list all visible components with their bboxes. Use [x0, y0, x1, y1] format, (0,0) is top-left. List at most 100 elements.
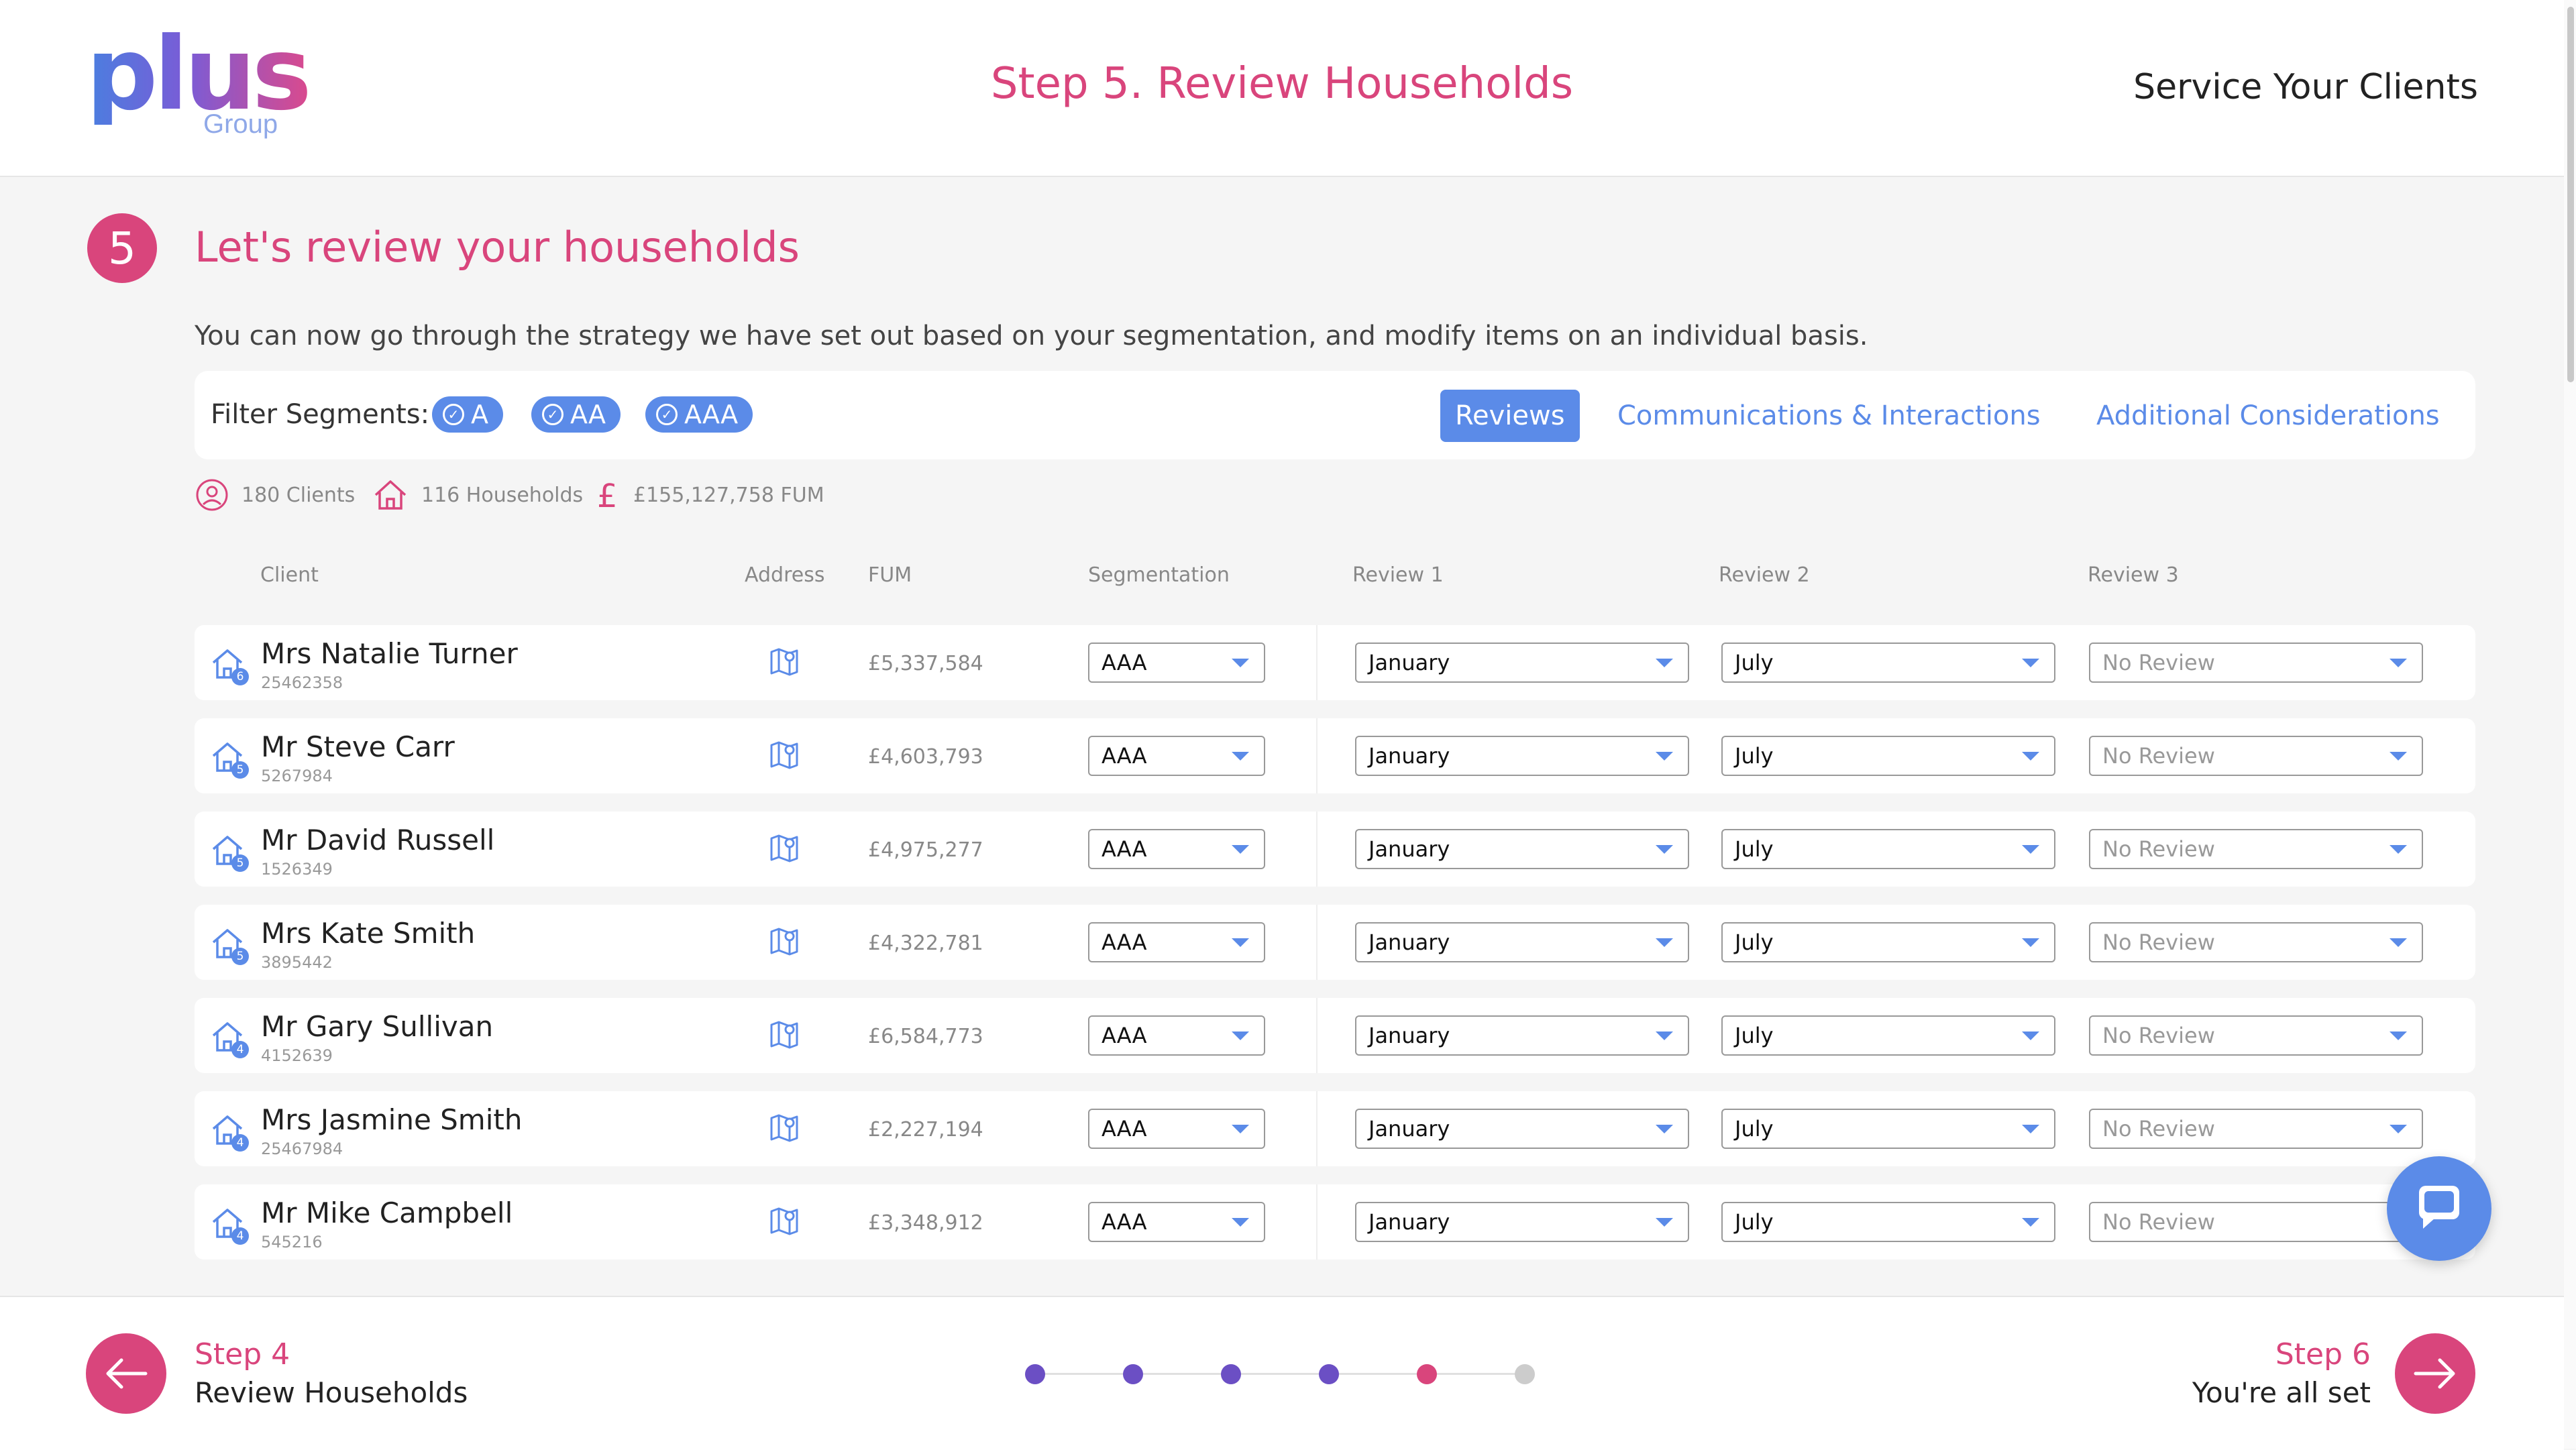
next-step-label[interactable]: You're all set	[2192, 1376, 2371, 1409]
segmentation-select[interactable]: AAA	[1088, 643, 1265, 683]
previous-step-label[interactable]: Review Households	[195, 1376, 468, 1409]
review-2-value: July	[1735, 1209, 1774, 1235]
household-size-badge: 4	[231, 1227, 249, 1245]
table-row[interactable]: 4 Mr Mike Campbell 545216 £3,348,912 AAA…	[195, 1184, 2475, 1260]
client-fum: £5,337,584	[868, 652, 983, 675]
review-3-value: No Review	[2102, 743, 2215, 769]
review-3-select[interactable]: No Review	[2089, 1015, 2423, 1056]
review-1-select[interactable]: January	[1355, 736, 1689, 776]
review-3-select[interactable]: No Review	[2089, 829, 2423, 869]
chevron-down-icon	[2022, 845, 2039, 854]
page-scrollbar[interactable]	[2564, 0, 2576, 1449]
client-name[interactable]: Mr Mike Campbell	[261, 1196, 513, 1229]
chat-button[interactable]	[2387, 1156, 2491, 1261]
map-icon[interactable]	[769, 1205, 800, 1237]
households-table: 6 Mrs Natalie Turner 25462358 £5,337,584…	[195, 625, 2475, 1296]
client-name[interactable]: Mr Gary Sullivan	[261, 1010, 493, 1043]
review-2-value: July	[1735, 836, 1774, 862]
chevron-down-icon	[1656, 1125, 1673, 1133]
table-row[interactable]: 5 Mr David Russell 1526349 £4,975,277 AA…	[195, 812, 2475, 887]
filter-segments-label: Filter Segments:	[211, 399, 430, 430]
chevron-down-icon	[2022, 1218, 2039, 1227]
client-name[interactable]: Mrs Jasmine Smith	[261, 1103, 522, 1136]
previous-step-number[interactable]: Step 4	[195, 1337, 290, 1372]
stat-households: 116 Households	[372, 478, 583, 512]
household-size-badge: 5	[231, 761, 249, 779]
client-fum: £2,227,194	[868, 1118, 983, 1141]
tab-additional-considerations[interactable]: Additional Considerations	[2082, 390, 2455, 442]
review-1-select[interactable]: January	[1355, 1109, 1689, 1149]
client-id: 3895442	[261, 953, 333, 972]
next-step-number[interactable]: Step 6	[2275, 1337, 2371, 1372]
household-size-badge: 6	[231, 668, 249, 685]
review-1-select[interactable]: January	[1355, 829, 1689, 869]
segmentation-select[interactable]: AAA	[1088, 1109, 1265, 1149]
review-3-select[interactable]: No Review	[2089, 1202, 2423, 1242]
chevron-down-icon	[1232, 845, 1249, 854]
table-row[interactable]: 5 Mr Steve Carr 5267984 £4,603,793 AAA J…	[195, 718, 2475, 793]
client-id: 25462358	[261, 673, 343, 692]
map-icon[interactable]	[769, 645, 800, 677]
review-3-select[interactable]: No Review	[2089, 736, 2423, 776]
table-row[interactable]: 6 Mrs Natalie Turner 25462358 £5,337,584…	[195, 625, 2475, 700]
tab-reviews[interactable]: Reviews	[1440, 390, 1580, 442]
review-3-select[interactable]: No Review	[2089, 922, 2423, 962]
segmentation-value: AAA	[1102, 1209, 1147, 1235]
review-3-select[interactable]: No Review	[2089, 643, 2423, 683]
intro-text: You can now go through the strategy we h…	[195, 321, 1868, 351]
column-header-segmentation: Segmentation	[1088, 563, 1230, 587]
segmentation-select[interactable]: AAA	[1088, 829, 1265, 869]
map-icon[interactable]	[769, 1111, 800, 1144]
column-header-address: Address	[745, 563, 825, 587]
segmentation-select[interactable]: AAA	[1088, 922, 1265, 962]
client-fum: £3,348,912	[868, 1211, 983, 1235]
client-fum: £6,584,773	[868, 1025, 983, 1048]
logo-subtitle: Group	[203, 109, 278, 139]
review-3-value: No Review	[2102, 650, 2215, 675]
chevron-down-icon	[1232, 1031, 1249, 1040]
segmentation-value: AAA	[1102, 930, 1147, 955]
app-header: plus Group Step 5. Review Households Ser…	[0, 0, 2564, 177]
segment-chip-a[interactable]: ✓ A	[432, 396, 503, 433]
segmentation-value: AAA	[1102, 650, 1147, 675]
review-1-select[interactable]: January	[1355, 643, 1689, 683]
filter-bar: Filter Segments: ✓ A ✓ AA ✓ AAA Reviews …	[195, 371, 2475, 459]
review-2-select[interactable]: July	[1721, 829, 2055, 869]
segmentation-select[interactable]: AAA	[1088, 1202, 1265, 1242]
service-your-clients-link[interactable]: Service Your Clients	[2133, 67, 2478, 107]
tab-communications-interactions[interactable]: Communications & Interactions	[1603, 390, 2055, 442]
map-icon[interactable]	[769, 925, 800, 957]
chat-bubble-icon	[2419, 1186, 2459, 1229]
client-name[interactable]: Mr Steve Carr	[261, 730, 455, 763]
segment-chip-aaa[interactable]: ✓ AAA	[645, 396, 753, 433]
scrollbar-thumb[interactable]	[2567, 7, 2574, 382]
chevron-down-icon	[1656, 752, 1673, 761]
map-icon[interactable]	[769, 1018, 800, 1050]
review-2-select[interactable]: July	[1721, 1109, 2055, 1149]
client-name[interactable]: Mrs Natalie Turner	[261, 637, 518, 670]
review-1-select[interactable]: January	[1355, 1202, 1689, 1242]
review-2-select[interactable]: July	[1721, 922, 2055, 962]
review-2-select[interactable]: July	[1721, 1202, 2055, 1242]
next-step-button[interactable]	[2395, 1333, 2475, 1414]
review-2-select[interactable]: July	[1721, 643, 2055, 683]
step-number-badge: 5	[87, 213, 157, 283]
segmentation-select[interactable]: AAA	[1088, 1015, 1265, 1056]
review-1-select[interactable]: January	[1355, 1015, 1689, 1056]
table-row[interactable]: 4 Mrs Jasmine Smith 25467984 £2,227,194 …	[195, 1091, 2475, 1166]
column-divider	[1316, 1184, 1318, 1260]
client-id: 4152639	[261, 1046, 333, 1065]
client-name[interactable]: Mrs Kate Smith	[261, 917, 475, 950]
client-name[interactable]: Mr David Russell	[261, 824, 494, 856]
table-row[interactable]: 5 Mrs Kate Smith 3895442 £4,322,781 AAA …	[195, 905, 2475, 980]
segmentation-select[interactable]: AAA	[1088, 736, 1265, 776]
previous-step-button[interactable]	[86, 1333, 166, 1414]
map-icon[interactable]	[769, 832, 800, 864]
review-3-select[interactable]: No Review	[2089, 1109, 2423, 1149]
review-2-select[interactable]: July	[1721, 1015, 2055, 1056]
review-1-select[interactable]: January	[1355, 922, 1689, 962]
segment-chip-aa[interactable]: ✓ AA	[531, 396, 621, 433]
table-row[interactable]: 4 Mr Gary Sullivan 4152639 £6,584,773 AA…	[195, 998, 2475, 1073]
review-2-select[interactable]: July	[1721, 736, 2055, 776]
map-icon[interactable]	[769, 738, 800, 771]
